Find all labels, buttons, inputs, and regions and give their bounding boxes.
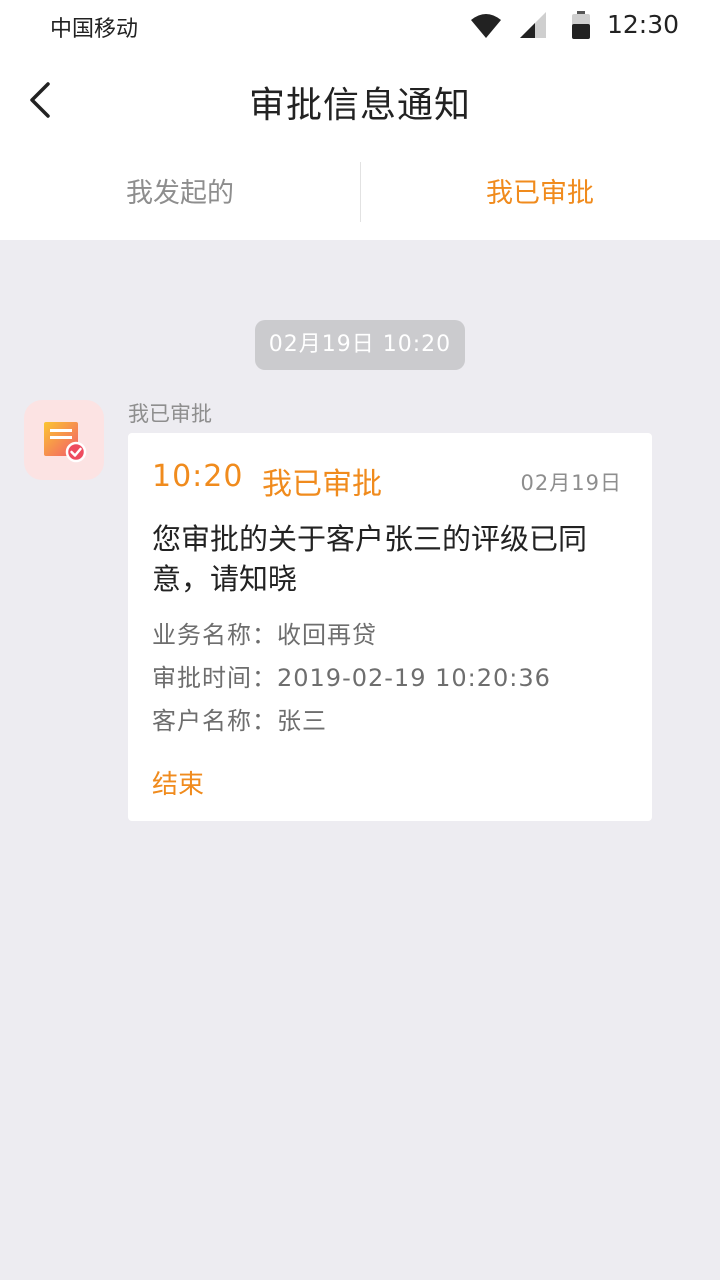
avatar [24, 400, 104, 480]
wifi-icon [471, 14, 501, 38]
tab-bar: 我发起的 我已审批 [0, 148, 720, 240]
approval-document-icon [44, 422, 87, 463]
card-date: 02月19日 [520, 471, 622, 495]
battery-icon [572, 11, 590, 39]
card-status: 我已审批 [262, 467, 382, 502]
card-time: 10:20 [152, 459, 244, 494]
approval-message-card[interactable]: 10:20 我已审批 02月19日 您审批的关于客户张三的评级已同意，请知晓 业… [128, 433, 652, 821]
page-title: 审批信息通知 [248, 85, 471, 126]
field-approval-time: 审批时间：2019-02-19 10:20:36 [152, 664, 551, 692]
tab-initiated[interactable]: 我发起的 [0, 148, 360, 240]
field-customer-name: 客户名称：张三 [152, 707, 327, 735]
nav-bar: 审批信息通知 [0, 52, 720, 148]
signal-icon [520, 12, 546, 38]
tab-approved[interactable]: 我已审批 [360, 148, 720, 240]
field-business-name: 业务名称：收回再贷 [152, 621, 377, 649]
card-message: 您审批的关于客户张三的评级已同意，请知晓 [152, 522, 588, 596]
end-button[interactable]: 结束 [152, 764, 204, 801]
sender-name: 我已审批 [128, 402, 212, 426]
status-bar: 中国移动 12:30 [0, 0, 720, 52]
carrier-label: 中国移动 [50, 17, 139, 42]
clock: 12:30 [607, 10, 680, 39]
timestamp-badge: 02月19日 10:20 [255, 320, 465, 370]
